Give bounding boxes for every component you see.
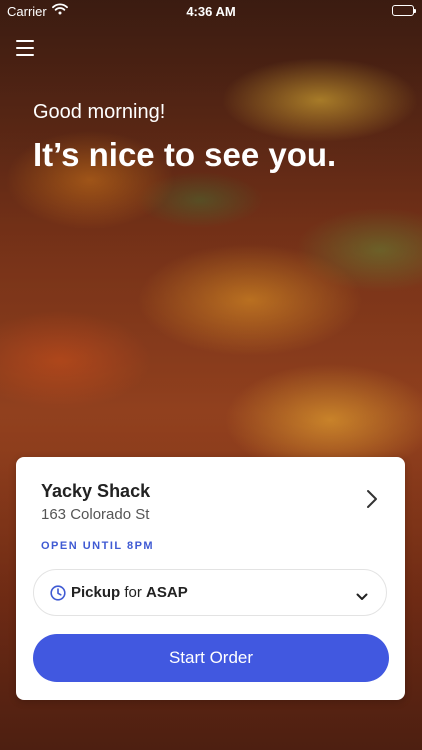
- store-address: 163 Colorado St: [41, 506, 150, 523]
- status-bar: Carrier 4:36 AM: [0, 0, 422, 22]
- status-time: 4:36 AM: [186, 4, 236, 19]
- app-screen: Carrier 4:36 AM Good morning! It’s nice …: [0, 0, 422, 750]
- store-hours-status: OPEN UNTIL 8PM: [41, 540, 155, 552]
- pickup-time-selector[interactable]: Pickup for ASAP: [33, 569, 387, 616]
- start-order-button[interactable]: Start Order: [33, 634, 389, 682]
- welcome-headline: It’s nice to see you.: [33, 136, 337, 173]
- battery-icon: [392, 5, 416, 16]
- chevron-right-icon[interactable]: [366, 489, 378, 514]
- pickup-summary: Pickup for ASAP: [71, 584, 188, 601]
- order-method: Pickup: [71, 584, 121, 601]
- order-time: ASAP: [146, 584, 188, 601]
- greeting-text: Good morning!: [33, 101, 166, 123]
- store-card: Yacky Shack 163 Colorado St OPEN UNTIL 8…: [16, 457, 405, 700]
- chevron-down-icon: [356, 588, 368, 606]
- store-name: Yacky Shack: [41, 481, 151, 501]
- hamburger-menu-icon[interactable]: [16, 40, 34, 56]
- order-connector: for: [124, 584, 142, 601]
- clock-icon: [50, 585, 66, 606]
